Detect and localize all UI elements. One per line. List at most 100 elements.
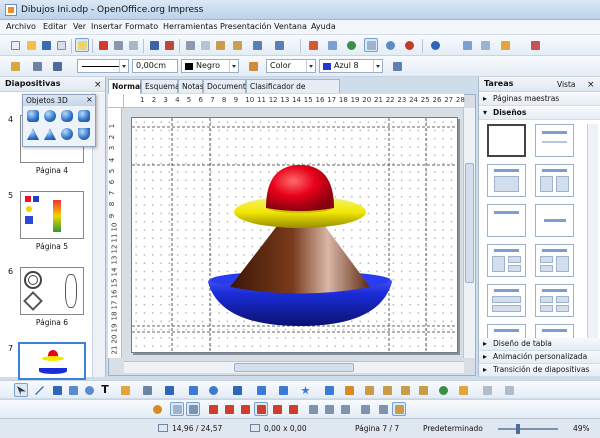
cylinder-icon[interactable] <box>61 110 73 122</box>
layout-content-over[interactable] <box>487 284 526 317</box>
snap-points-icon[interactable] <box>286 402 300 416</box>
snap-frame-icon[interactable] <box>270 402 284 416</box>
undo-icon[interactable] <box>250 38 264 52</box>
show-grid-icon[interactable] <box>170 402 184 416</box>
layout-four-content[interactable] <box>535 284 574 317</box>
select-arrow-icon[interactable] <box>14 383 28 397</box>
snap-grid-icon[interactable] <box>206 402 220 416</box>
horizontal-scrollbar[interactable] <box>124 361 464 373</box>
menu-ventana[interactable]: Ventana <box>274 22 307 31</box>
section-slide-transition[interactable]: Transición de diapositivas <box>479 364 600 377</box>
3d-objects-icon[interactable] <box>322 383 336 397</box>
menu-presentacion[interactable]: Presentación <box>220 22 272 31</box>
slide-layout-icon[interactable] <box>478 38 492 52</box>
block-arrows-icon[interactable] <box>230 383 244 397</box>
redo-icon[interactable] <box>272 38 286 52</box>
copy-icon[interactable] <box>198 38 212 52</box>
points-icon[interactable] <box>342 383 356 397</box>
tab-clasificador[interactable]: Clasificador de diapositivas <box>246 79 340 104</box>
rectangle-tool-icon[interactable] <box>66 383 80 397</box>
menu-formato[interactable]: Formato <box>125 22 158 31</box>
layout-title-2-content[interactable] <box>487 244 526 277</box>
allow-quick-edit-icon[interactable] <box>306 402 320 416</box>
zoom-slider[interactable] <box>498 428 558 430</box>
styles-icon[interactable] <box>8 59 22 73</box>
layout-title-only-2[interactable] <box>487 204 526 237</box>
menu-ver[interactable]: Ver <box>73 22 86 31</box>
print-preview-icon[interactable] <box>126 38 140 52</box>
menu-herramientas[interactable]: Herramientas <box>163 22 218 31</box>
torus-ring-icon[interactable] <box>61 128 73 140</box>
scroll-thumb[interactable] <box>234 363 354 372</box>
slide-thumbnail-7[interactable] <box>18 342 86 380</box>
line-style-select[interactable] <box>77 59 129 73</box>
helplines-icon[interactable] <box>186 402 200 416</box>
layout-blank[interactable] <box>487 124 526 157</box>
section-table-design[interactable]: Diseño de tabla <box>479 338 600 351</box>
master-slide-icon[interactable] <box>528 38 542 52</box>
grid-display-icon[interactable] <box>364 38 378 52</box>
line-tool-icon[interactable] <box>32 383 46 397</box>
double-click-text-icon[interactable] <box>338 402 352 416</box>
email-icon[interactable] <box>54 38 68 52</box>
ellipse-tool-icon[interactable] <box>82 383 96 397</box>
menu-archivo[interactable]: Archivo <box>6 22 36 31</box>
close-icon[interactable]: × <box>86 95 93 104</box>
rotate-icon[interactable] <box>436 383 450 397</box>
open-folder-icon[interactable] <box>24 38 38 52</box>
scroll-thumb[interactable] <box>465 163 474 283</box>
arrange-icon[interactable] <box>456 383 470 397</box>
text-area-only-icon[interactable] <box>322 402 336 416</box>
zoom-icon[interactable] <box>383 38 397 52</box>
snap-margins-icon[interactable] <box>238 402 252 416</box>
symbol-shapes-icon[interactable] <box>206 383 220 397</box>
edit-points-icon[interactable] <box>392 402 406 416</box>
text-tool-icon[interactable]: T <box>98 383 112 397</box>
cone-icon[interactable] <box>27 128 39 140</box>
tab-notas[interactable]: Notas <box>178 79 204 93</box>
new-document-icon[interactable] <box>8 38 22 52</box>
torus-icon[interactable] <box>78 110 90 122</box>
rotation-mode-icon[interactable] <box>150 402 164 416</box>
fontwork-icon[interactable] <box>362 383 376 397</box>
exit-all-groups-icon[interactable] <box>358 402 372 416</box>
drawing-3d-spinning-top[interactable] <box>200 160 400 330</box>
view-menu-button[interactable]: Vista <box>557 80 576 89</box>
cut-icon[interactable] <box>183 38 197 52</box>
line-icon[interactable] <box>30 59 44 73</box>
section-custom-animation[interactable]: Animación personalizada <box>479 351 600 364</box>
gallery-icon[interactable] <box>398 383 412 397</box>
section-master-pages[interactable]: Páginas maestras <box>479 93 600 106</box>
layout-title-only[interactable] <box>535 124 574 157</box>
slide-show-icon[interactable] <box>402 38 416 52</box>
lines-arrows-icon[interactable] <box>162 383 176 397</box>
menu-editar[interactable]: Editar <box>43 22 67 31</box>
flowchart-icon[interactable] <box>254 383 268 397</box>
arrow-style-icon[interactable] <box>50 59 64 73</box>
shell-icon[interactable] <box>78 128 90 140</box>
connector-tool-icon[interactable] <box>140 383 154 397</box>
stars-icon[interactable] <box>298 383 312 397</box>
shadow-toggle-icon[interactable] <box>502 383 516 397</box>
vertical-scrollbar[interactable] <box>463 108 475 358</box>
area-style-select[interactable]: Color <box>266 59 316 73</box>
layout-two-content[interactable] <box>535 164 574 197</box>
curve-tool-icon[interactable] <box>118 383 132 397</box>
layouts-scrollbar[interactable] <box>587 124 598 338</box>
edit-mode-icon[interactable] <box>75 38 89 52</box>
snap-border-icon[interactable] <box>254 402 268 416</box>
arrow-tool-icon[interactable] <box>50 383 64 397</box>
from-file-icon[interactable] <box>380 383 394 397</box>
extrusion-icon[interactable] <box>416 383 430 397</box>
slide-thumbnail-6[interactable] <box>20 267 84 315</box>
close-icon[interactable]: × <box>587 80 595 90</box>
layout-content-2[interactable] <box>535 244 574 277</box>
tab-documento[interactable]: Documento <box>203 79 250 93</box>
line-width-field[interactable]: 0,00cm <box>132 59 178 73</box>
area-color-select[interactable]: Azul 8 <box>319 59 383 73</box>
layout-title-content[interactable] <box>487 164 526 197</box>
close-icon[interactable]: × <box>94 80 102 90</box>
section-layouts[interactable]: Diseños <box>479 107 600 120</box>
paste-icon[interactable] <box>213 38 227 52</box>
tab-normal[interactable]: Normal <box>108 79 143 94</box>
